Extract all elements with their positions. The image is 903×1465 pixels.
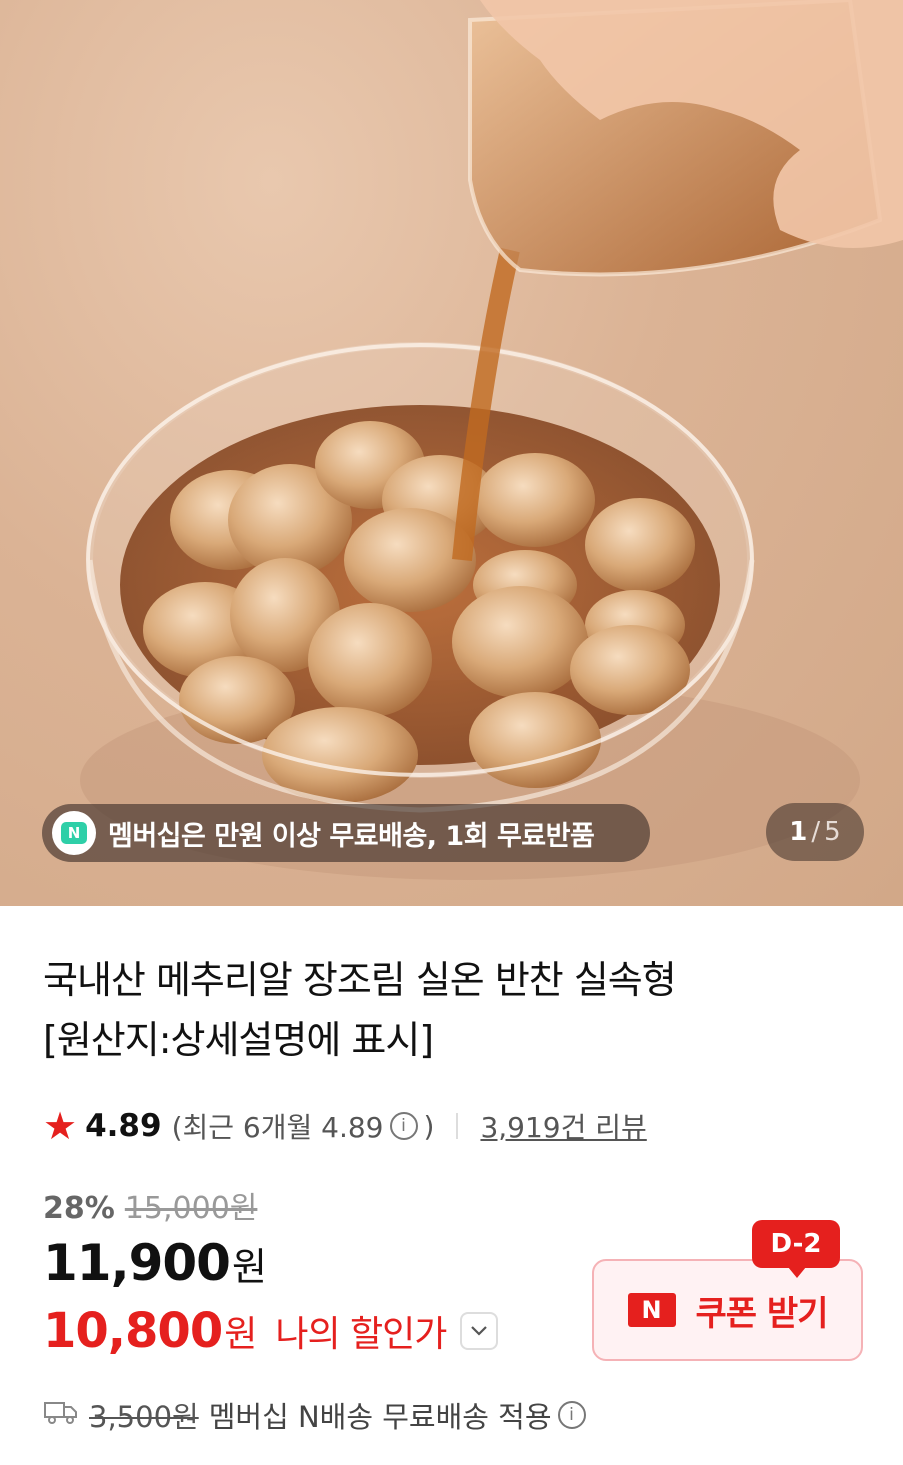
discount-row: 28% 15,000원 [43,1183,257,1227]
naver-n-icon: N [627,1293,676,1327]
image-counter-separator: / [811,817,821,847]
original-price: 15,000원 [124,1191,258,1226]
image-counter-total: 5 [824,817,841,847]
recent-rating-label: (최근 6개월 4.89 [171,1111,384,1144]
product-title: 국내산 메추리알 장조림 실온 반찬 실속형 [원산지:상세설명에 표시] [43,950,843,1070]
shipping-row: 3,500원 멤버십 N배송 무료배송 적용 i [43,1394,592,1436]
product-photo-illustration [80,0,903,880]
rating-row: ★ 4.89 (최근 6개월 4.89 i ) 3,919건 리뷰 [43,1102,647,1150]
chevron-down-icon[interactable] [460,1312,499,1350]
sale-price-row: 11,900 원 [43,1234,267,1292]
image-counter-current: 1 [789,817,808,847]
membership-n-icon: N [52,811,96,855]
divider [456,1113,459,1139]
info-icon[interactable]: i [389,1112,418,1140]
coupon-label: 쿠폰 받기 [695,1293,829,1334]
recent-rating: (최근 6개월 4.89 i ) [172,1106,435,1146]
my-discount-price-row: 10,800 원 나의 할인가 [43,1303,499,1359]
membership-n-letter: N [61,822,87,844]
review-count-link[interactable]: 3,919건 리뷰 [480,1106,646,1146]
product-image[interactable]: N 멤버십은 만원 이상 무료배송, 1회 무료반품 1 / 5 [0,0,903,906]
sale-price-currency: 원 [231,1245,267,1289]
sale-price: 11,900 [43,1234,231,1292]
star-icon: ★ [43,1104,78,1148]
shipping-info-icon[interactable]: i [557,1401,586,1429]
my-discount-label: 나의 할인가 [275,1314,447,1355]
coupon-dday-badge: D-2 [752,1220,840,1278]
membership-promo-banner[interactable]: N 멤버십은 만원 이상 무료배송, 1회 무료반품 [42,804,650,862]
recent-rating-close: ) [423,1109,435,1143]
image-counter: 1 / 5 [766,803,864,861]
my-discount-price: 10,800 [43,1303,223,1359]
truck-icon [43,1398,79,1433]
my-discount-currency: 원 [224,1314,258,1355]
rating-score: 4.89 [85,1108,162,1144]
product-title-line2: [원산지:상세설명에 표시] [43,1018,434,1062]
product-title-line1: 국내산 메추리알 장조림 실온 반찬 실속형 [43,958,677,1002]
discount-percent: 28% [43,1191,115,1226]
coupon-button[interactable]: N 쿠폰 받기 [592,1259,863,1361]
shipping-original-fee: 3,500원 [89,1400,199,1434]
shipping-text: 멤버십 N배송 무료배송 적용 [208,1400,552,1434]
promo-text: 멤버십은 만원 이상 무료배송, 1회 무료반품 [108,820,595,852]
